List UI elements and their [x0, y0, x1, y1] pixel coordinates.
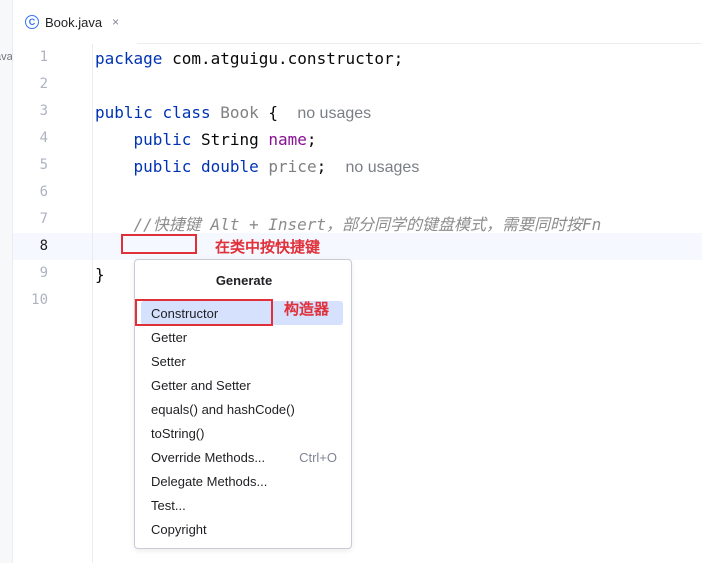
- close-icon[interactable]: ×: [112, 15, 119, 29]
- code-line-3: public class Book { no usages: [95, 103, 371, 123]
- menu-item-setter[interactable]: Setter: [135, 349, 353, 373]
- shortcut-annotation: 在类中按快捷键: [215, 238, 321, 256]
- line-number: 10: [31, 292, 48, 308]
- constructor-highlight-box: [135, 299, 273, 326]
- tab-title: Book.java: [45, 14, 103, 30]
- line-number: 3: [39, 103, 48, 119]
- menu-item-getter-and-setter[interactable]: Getter and Setter: [135, 373, 353, 397]
- menu-item-delegate-methods[interactable]: Delegate Methods...: [135, 469, 353, 493]
- closing-brace: }: [95, 265, 105, 284]
- menu-item-label: Override Methods...: [151, 449, 266, 465]
- package-name: com.atguigu.constructor;: [162, 49, 404, 68]
- field-name: name: [268, 130, 307, 149]
- semicolon: ;: [316, 157, 327, 176]
- keyword: public: [95, 103, 153, 122]
- code-line-1: package com.atguigu.constructor;: [95, 49, 403, 68]
- brace: {: [258, 103, 279, 122]
- editor-tab-bar: C Book.java ×: [13, 0, 702, 45]
- tab-book-java[interactable]: C Book.java ×: [13, 0, 137, 45]
- class-name: Book: [220, 103, 259, 122]
- line-number: 4: [39, 130, 48, 146]
- line-number: 7: [39, 211, 48, 227]
- field-name-unused: price: [268, 157, 317, 176]
- project-panel-edge[interactable]: ava: [0, 0, 13, 563]
- code-comment: //快捷键 Alt + Insert，部分同学的键盘模式，需要同时按Fn: [133, 215, 602, 234]
- code-line-9: }: [95, 265, 105, 284]
- current-line-highlight: [13, 233, 702, 260]
- keyword: class: [162, 103, 211, 122]
- line-number: 2: [39, 76, 48, 92]
- usage-hint[interactable]: no usages: [345, 159, 419, 176]
- line-number: 9: [39, 265, 48, 281]
- menu-item-test[interactable]: Test...: [135, 493, 353, 517]
- keyword: public: [133, 157, 192, 176]
- line-number-current: 8: [39, 238, 48, 254]
- menu-item-equals-hashcode[interactable]: equals() and hashCode(): [135, 397, 353, 421]
- usage-hint[interactable]: no usages: [297, 105, 371, 122]
- java-class-icon: C: [25, 15, 39, 29]
- menu-item-copyright[interactable]: Copyright: [135, 517, 353, 541]
- code-line-5: public double price; no usages: [95, 157, 420, 177]
- menu-item-getter[interactable]: Getter: [135, 325, 353, 349]
- project-file-label: ava: [0, 51, 13, 63]
- menu-item-tostring[interactable]: toString(): [135, 421, 353, 445]
- line-number: 1: [39, 49, 48, 65]
- menu-item-override-methods[interactable]: Override Methods... Ctrl+O: [135, 445, 353, 469]
- caret-highlight-box: [121, 234, 197, 254]
- keyword: double: [200, 157, 259, 176]
- constructor-annotation: 构造器: [284, 300, 330, 318]
- semicolon: ;: [306, 130, 317, 149]
- line-number-gutter: 1 2 3 4 5 6 7 8 9 10: [13, 44, 93, 563]
- shortcut-hint: Ctrl+O: [299, 449, 337, 465]
- line-number: 5: [39, 157, 48, 173]
- line-number: 6: [39, 184, 48, 200]
- type-name: String: [191, 130, 269, 149]
- code-line-4: public String name;: [95, 130, 317, 149]
- keyword: package: [95, 49, 163, 68]
- keyword: public: [133, 130, 192, 149]
- popup-title: Generate: [215, 273, 273, 288]
- code-line-7: //快捷键 Alt + Insert，部分同学的键盘模式，需要同时按Fn: [95, 211, 602, 235]
